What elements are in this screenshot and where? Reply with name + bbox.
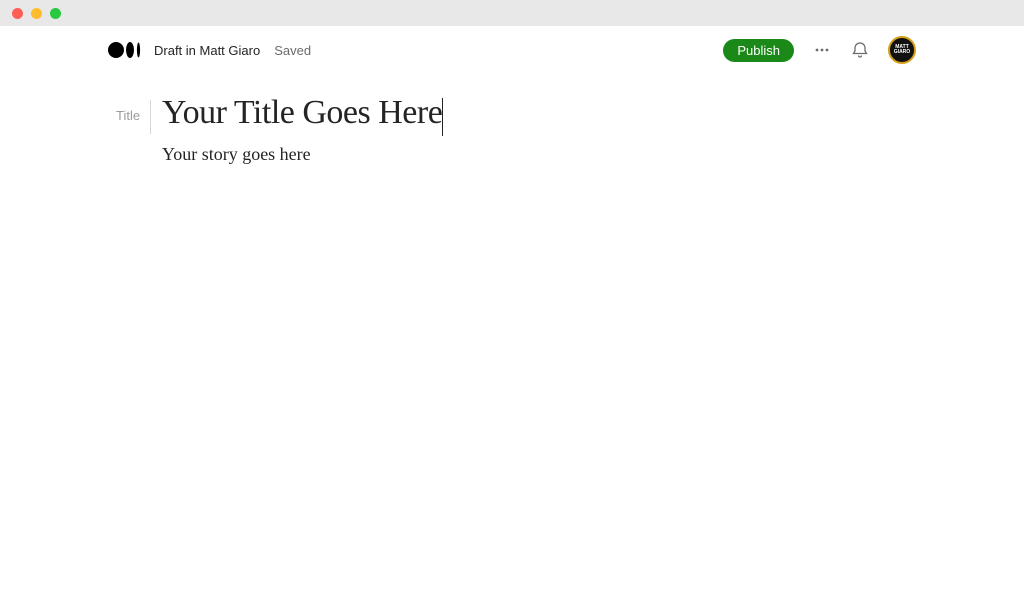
more-options-icon[interactable] — [812, 40, 832, 60]
header-right: Publish MATT GIARO — [723, 36, 916, 64]
avatar[interactable]: MATT GIARO — [888, 36, 916, 64]
text-cursor — [442, 98, 443, 136]
avatar-label: MATT GIARO — [894, 45, 910, 55]
notifications-icon[interactable] — [850, 40, 870, 60]
title-field-label: Title — [116, 108, 140, 123]
maximize-window-button[interactable] — [50, 8, 61, 19]
app-header: Draft in Matt Giaro Saved Publish MATT G… — [84, 26, 940, 74]
close-window-button[interactable] — [12, 8, 23, 19]
editor-area: Title Your Title Goes Here — [142, 94, 882, 165]
title-wrapper: Your Title Goes Here — [162, 94, 442, 132]
title-row: Title Your Title Goes Here — [162, 94, 862, 132]
publish-button[interactable]: Publish — [723, 39, 794, 62]
title-input[interactable]: Your Title Goes Here — [162, 94, 442, 131]
title-divider — [150, 100, 151, 134]
story-body-input[interactable] — [162, 144, 862, 165]
window-chrome — [0, 0, 1024, 26]
draft-location-text: Draft in Matt Giaro — [154, 43, 260, 58]
minimize-window-button[interactable] — [31, 8, 42, 19]
save-status-text: Saved — [274, 43, 311, 58]
medium-logo-icon[interactable] — [108, 39, 144, 61]
header-left: Draft in Matt Giaro Saved — [108, 39, 311, 61]
